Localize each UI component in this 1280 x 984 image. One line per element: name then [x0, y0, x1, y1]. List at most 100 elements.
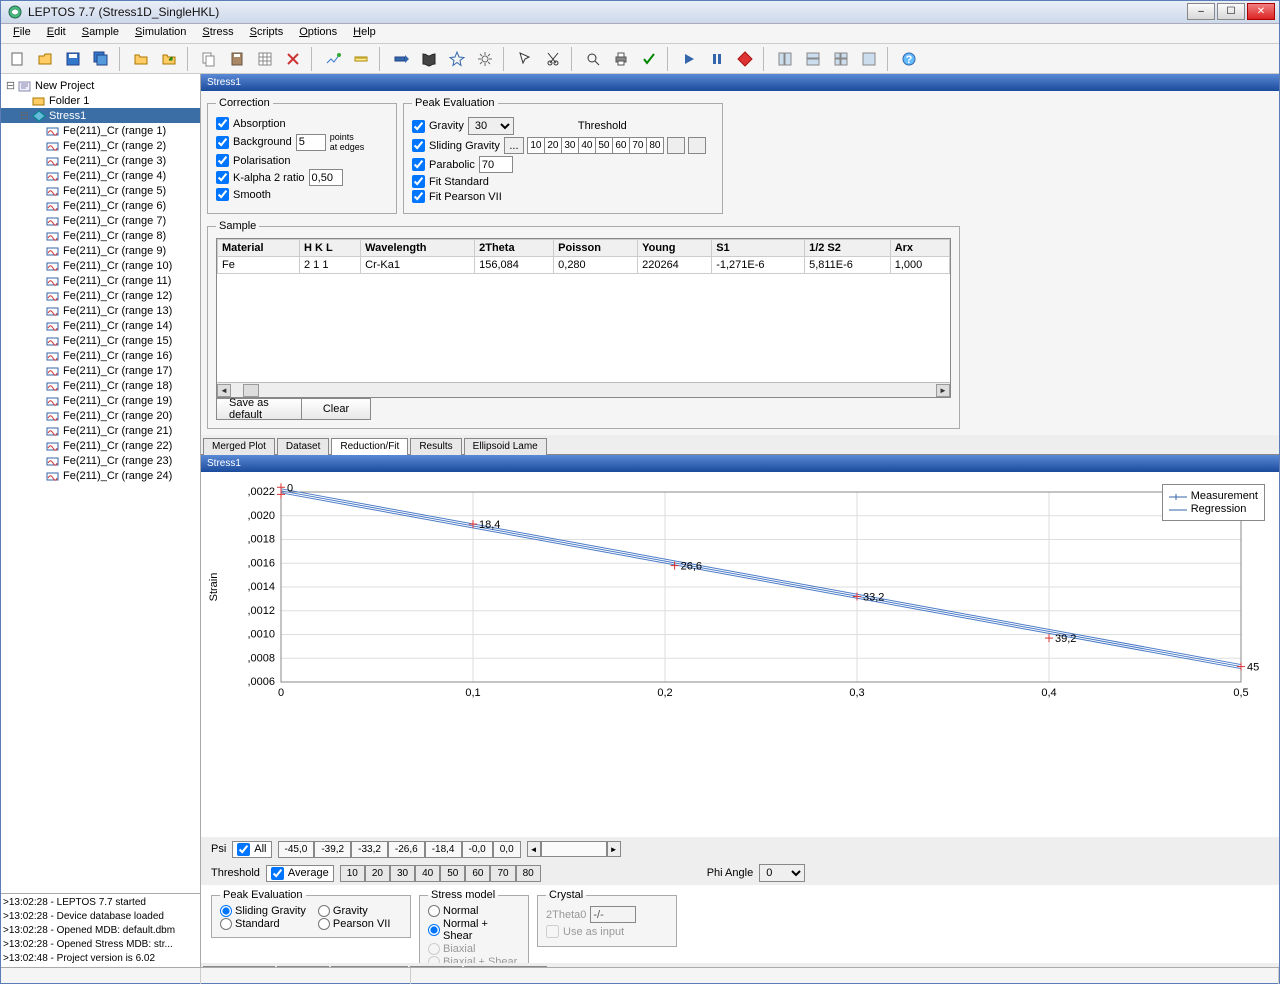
help-icon[interactable]: ? — [897, 47, 921, 71]
thresh-extra[interactable] — [667, 137, 685, 154]
menu-stress[interactable]: Stress — [194, 24, 241, 43]
thresh-60[interactable]: 60 — [465, 865, 490, 882]
run-icon[interactable] — [389, 47, 413, 71]
chart-switch-icon[interactable] — [321, 47, 345, 71]
tree-item[interactable]: Fe(211)_Cr (range 14) — [1, 318, 200, 333]
layout2-icon[interactable] — [801, 47, 825, 71]
tab-results[interactable]: Results — [410, 438, 461, 455]
thresh-10[interactable]: 10 — [340, 865, 365, 882]
paste-icon[interactable] — [225, 47, 249, 71]
tree-item[interactable]: Fe(211)_Cr (range 2) — [1, 138, 200, 153]
tree-item[interactable]: Fe(211)_Cr (range 17) — [1, 363, 200, 378]
fit-pearson-checkbox[interactable] — [412, 190, 425, 203]
tree-item[interactable]: Fe(211)_Cr (range 7) — [1, 213, 200, 228]
tree-item[interactable]: Fe(211)_Cr (range 23) — [1, 453, 200, 468]
threshold-40[interactable]: 40 — [578, 137, 596, 154]
smooth-checkbox[interactable] — [216, 188, 229, 201]
tree-item[interactable]: Fe(211)_Cr (range 13) — [1, 303, 200, 318]
psi-all-checkbox[interactable] — [237, 843, 250, 856]
background-input[interactable] — [296, 134, 326, 151]
tree-item[interactable]: Fe(211)_Cr (range 16) — [1, 348, 200, 363]
sample-grid[interactable]: MaterialH K LWavelength2ThetaPoissonYoun… — [216, 238, 951, 398]
tab-merged-plot[interactable]: Merged Plot — [203, 438, 275, 455]
tree-item[interactable]: Fe(211)_Cr (range 20) — [1, 408, 200, 423]
tree-item[interactable]: Fe(211)_Cr (range 11) — [1, 273, 200, 288]
psi--0,0[interactable]: -0,0 — [462, 841, 493, 858]
fit-standard-checkbox[interactable] — [412, 175, 425, 188]
phi-angle-select[interactable]: 0 — [759, 864, 805, 882]
thresh-extra2[interactable] — [688, 137, 706, 154]
book-icon[interactable] — [417, 47, 441, 71]
psi--39,2[interactable]: -39,2 — [314, 841, 351, 858]
ruler-icon[interactable] — [349, 47, 373, 71]
grid-scrollbar[interactable]: ◄► — [217, 382, 950, 397]
tree-item[interactable]: Fe(211)_Cr (range 8) — [1, 228, 200, 243]
tree-item[interactable]: Fe(211)_Cr (range 21) — [1, 423, 200, 438]
polarisation-checkbox[interactable] — [216, 154, 229, 167]
check-icon[interactable] — [637, 47, 661, 71]
tree-item[interactable]: Fe(211)_Cr (range 4) — [1, 168, 200, 183]
menu-file[interactable]: File — [5, 24, 39, 43]
tree-item[interactable]: Fe(211)_Cr (range 24) — [1, 468, 200, 483]
psi--33,2[interactable]: -33,2 — [351, 841, 388, 858]
parabolic-input[interactable] — [479, 156, 513, 173]
clear-button[interactable]: Clear — [301, 398, 371, 420]
threshold-50[interactable]: 50 — [595, 137, 613, 154]
cut-icon[interactable] — [541, 47, 565, 71]
parabolic-checkbox[interactable] — [412, 158, 425, 171]
absorption-checkbox[interactable] — [216, 117, 229, 130]
tree-item[interactable]: ⊟Stress1 — [1, 108, 200, 123]
tab-dataset[interactable]: Dataset — [277, 438, 329, 455]
psi--26,6[interactable]: -26,6 — [388, 841, 425, 858]
folder-icon[interactable] — [129, 47, 153, 71]
tab-reduction-fit[interactable]: Reduction/Fit — [331, 438, 408, 455]
normal-shear-radio[interactable] — [428, 924, 440, 936]
threshold-20[interactable]: 20 — [544, 137, 562, 154]
stop-icon[interactable] — [733, 47, 757, 71]
thresh-70[interactable]: 70 — [490, 865, 515, 882]
tree-item[interactable]: Fe(211)_Cr (range 18) — [1, 378, 200, 393]
tree-item[interactable]: Folder 1 — [1, 93, 200, 108]
cursor-icon[interactable] — [513, 47, 537, 71]
gear-icon[interactable] — [473, 47, 497, 71]
menu-edit[interactable]: Edit — [39, 24, 74, 43]
tree-item[interactable]: Fe(211)_Cr (range 19) — [1, 393, 200, 408]
gravity-select[interactable]: 30 — [468, 117, 514, 135]
menu-help[interactable]: Help — [345, 24, 384, 43]
tab-ellipsoid-lame[interactable]: Ellipsoid Lame — [464, 438, 547, 455]
pause-icon[interactable] — [705, 47, 729, 71]
layout1-icon[interactable] — [773, 47, 797, 71]
tree-item[interactable]: Fe(211)_Cr (range 12) — [1, 288, 200, 303]
pearson-radio[interactable] — [318, 918, 330, 930]
sliding-more-button[interactable]: ... — [504, 137, 524, 154]
threshold-80[interactable]: 80 — [646, 137, 664, 154]
gravity-radio[interactable] — [318, 905, 330, 917]
psi-0,0[interactable]: 0,0 — [493, 841, 521, 858]
folder-out-icon[interactable] — [157, 47, 181, 71]
background-checkbox[interactable] — [216, 136, 229, 149]
menu-sample[interactable]: Sample — [74, 24, 127, 43]
threshold-10[interactable]: 10 — [527, 137, 545, 154]
open-icon[interactable] — [33, 47, 57, 71]
close-button[interactable]: ✕ — [1247, 3, 1275, 20]
thresh-80[interactable]: 80 — [516, 865, 541, 882]
star-icon[interactable] — [445, 47, 469, 71]
layout4-icon[interactable] — [857, 47, 881, 71]
kalpha-checkbox[interactable] — [216, 171, 229, 184]
sliding-gravity-checkbox[interactable] — [412, 139, 425, 152]
plot-area[interactable]: ,0006,0008,0010,0012,0014,0016,0018,0020… — [201, 472, 1279, 837]
tree-item[interactable]: Fe(211)_Cr (range 10) — [1, 258, 200, 273]
thresh-40[interactable]: 40 — [415, 865, 440, 882]
tree-item[interactable]: Fe(211)_Cr (range 9) — [1, 243, 200, 258]
threshold-70[interactable]: 70 — [629, 137, 647, 154]
tree-item[interactable]: Fe(211)_Cr (range 3) — [1, 153, 200, 168]
layout3-icon[interactable] — [829, 47, 853, 71]
psi-scrollbar[interactable]: ◄► — [527, 841, 621, 857]
average-checkbox[interactable] — [271, 867, 284, 880]
maximize-button[interactable]: ☐ — [1217, 3, 1245, 20]
tree-item[interactable]: ⊟New Project — [1, 78, 200, 93]
tree-item[interactable]: Fe(211)_Cr (range 5) — [1, 183, 200, 198]
play-icon[interactable] — [677, 47, 701, 71]
grid-icon[interactable] — [253, 47, 277, 71]
thresh-30[interactable]: 30 — [390, 865, 415, 882]
